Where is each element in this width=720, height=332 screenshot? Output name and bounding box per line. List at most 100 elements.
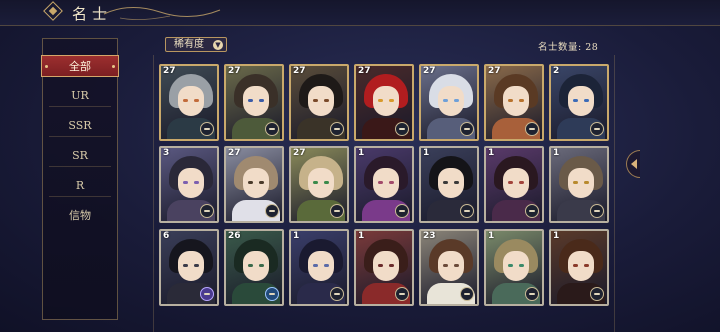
sidebar-item-label: 信物	[69, 209, 91, 222]
card-level: 1	[553, 231, 560, 241]
portrait-face	[568, 168, 594, 198]
character-card[interactable]: 1	[419, 146, 479, 223]
dot-icon	[112, 65, 115, 68]
portrait-eye	[194, 99, 199, 102]
character-card[interactable]: 1	[549, 146, 609, 223]
card-level: 27	[423, 66, 436, 76]
portrait-eye	[519, 181, 524, 184]
card-status-icon	[330, 204, 344, 218]
portrait-eye	[248, 264, 253, 267]
character-card[interactable]: 1	[484, 146, 544, 223]
portrait-eye	[313, 181, 318, 184]
sidebar-item-label: R	[75, 179, 85, 192]
portrait-face	[243, 168, 269, 198]
card-status-icon	[590, 287, 604, 301]
character-card[interactable]: 27	[419, 64, 479, 141]
card-status-icon	[460, 122, 474, 136]
character-card[interactable]: 1	[354, 229, 414, 306]
portrait-eye	[248, 181, 253, 184]
character-card[interactable]: 27	[484, 64, 544, 141]
collapse-panel-tab[interactable]	[626, 150, 640, 178]
card-status-icon	[525, 287, 539, 301]
card-status-icon	[395, 287, 409, 301]
card-level: 1	[488, 231, 495, 241]
top-bar: 名士	[0, 0, 720, 26]
character-card[interactable]: 27	[224, 146, 284, 223]
sidebar-item-tokens[interactable]: 信物	[49, 205, 111, 227]
character-card[interactable]: 1	[484, 229, 544, 306]
diamond-emblem-icon	[43, 1, 63, 21]
card-level: 27	[163, 66, 176, 76]
portrait-eye	[454, 264, 459, 267]
card-level: 27	[488, 66, 501, 76]
portrait-eye	[508, 264, 513, 267]
character-card[interactable]: 6	[159, 229, 219, 306]
character-card[interactable]: 26	[224, 229, 284, 306]
character-grid: 27 27 27 27 27 27 2 3 27 27 1 1 1 1 6 26 1 1 23 1 1	[153, 55, 615, 332]
portrait-eye	[183, 181, 188, 184]
sidebar-item-ur[interactable]: UR	[49, 85, 111, 107]
card-status-icon	[200, 287, 214, 301]
portrait-face	[503, 86, 529, 116]
decorative-swirl-icon	[103, 7, 221, 20]
portrait-eye	[584, 99, 589, 102]
portrait-eye	[259, 264, 264, 267]
card-status-icon	[330, 122, 344, 136]
portrait-eye	[378, 99, 383, 102]
portrait-face	[438, 168, 464, 198]
character-card[interactable]: 27	[354, 64, 414, 141]
card-level: 1	[358, 148, 365, 158]
character-card[interactable]: 1	[354, 146, 414, 223]
character-card[interactable]: 23	[419, 229, 479, 306]
portrait-face	[438, 251, 464, 281]
character-card[interactable]: 3	[159, 146, 219, 223]
portrait-eye	[443, 264, 448, 267]
card-status-icon	[395, 204, 409, 218]
character-count: 名士数量: 28	[538, 42, 599, 53]
character-card[interactable]: 2	[549, 64, 609, 141]
card-level: 1	[423, 148, 430, 158]
portrait-eye	[519, 264, 524, 267]
portrait-face	[308, 251, 334, 281]
sidebar-item-label: 全部	[69, 60, 91, 73]
sort-label: 稀有度	[174, 39, 204, 50]
card-level: 6	[163, 231, 170, 241]
character-card[interactable]: 27	[159, 64, 219, 141]
portrait-eye	[389, 181, 394, 184]
character-card[interactable]: 1	[289, 229, 349, 306]
portrait-eye	[454, 181, 459, 184]
sidebar-item-ssr[interactable]: SSR	[49, 115, 111, 137]
portrait-face	[503, 251, 529, 281]
portrait-eye	[259, 181, 264, 184]
portrait-eye	[573, 264, 578, 267]
portrait-face	[178, 86, 204, 116]
sidebar-item-all[interactable]: 全部	[41, 55, 119, 77]
portrait-face	[503, 168, 529, 198]
portrait-face	[243, 251, 269, 281]
card-level: 23	[423, 231, 436, 241]
sidebar-item-r[interactable]: R	[49, 175, 111, 197]
card-level: 27	[358, 66, 371, 76]
portrait-eye	[454, 99, 459, 102]
portrait-eye	[508, 99, 513, 102]
dot-icon	[45, 65, 48, 68]
character-card[interactable]: 27	[289, 64, 349, 141]
card-level: 2	[553, 66, 560, 76]
sidebar-item-label: UR	[71, 89, 89, 102]
card-level: 26	[228, 231, 241, 241]
portrait-face	[373, 251, 399, 281]
card-level: 1	[293, 231, 300, 241]
portrait-face	[178, 251, 204, 281]
card-level: 27	[228, 148, 241, 158]
sidebar-item-sr[interactable]: SR	[49, 145, 111, 167]
portrait-eye	[573, 181, 578, 184]
portrait-eye	[443, 181, 448, 184]
card-status-icon	[330, 287, 344, 301]
card-status-icon	[525, 122, 539, 136]
character-card[interactable]: 27	[289, 146, 349, 223]
card-level: 1	[358, 231, 365, 241]
rarity-sort-dropdown[interactable]: 稀有度 ▼	[165, 37, 227, 52]
character-card[interactable]: 27	[224, 64, 284, 141]
character-card[interactable]: 1	[549, 229, 609, 306]
card-status-icon	[200, 122, 214, 136]
